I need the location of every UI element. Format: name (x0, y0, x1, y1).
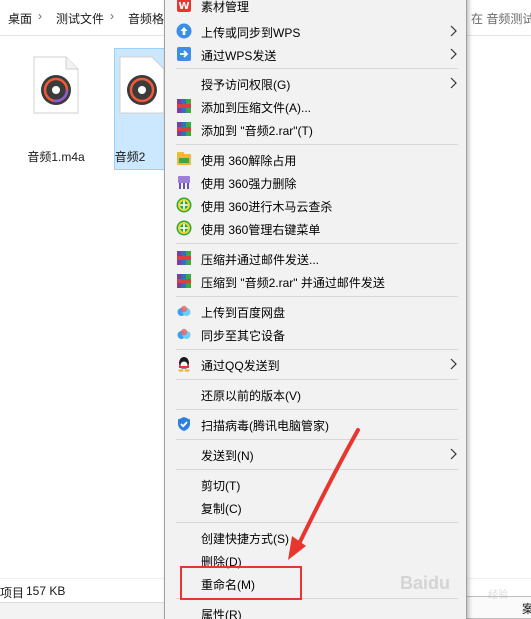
menu-item-label: 上传到百度网盘 (201, 306, 286, 320)
menu-item-material-manager[interactable]: W 素材管理 (165, 0, 466, 17)
menu-item-label: 属性(R) (201, 608, 242, 619)
menu-separator (176, 243, 458, 244)
menu-item-virus-scan[interactable]: 扫描病毒(腾讯电脑管家) (165, 413, 466, 436)
chevron-right-icon: › (110, 9, 114, 23)
submenu-arrow-icon (450, 77, 457, 89)
360-unlock-icon (177, 152, 191, 165)
menu-item-cut[interactable]: 剪切(T) (165, 473, 466, 496)
menu-item-label: 创建快捷方式(S) (201, 532, 289, 546)
tencent-shield-icon (178, 417, 190, 431)
watermark-sub: 经验 (488, 590, 508, 601)
menu-item-add-to-rar[interactable]: 添加到 "音频2.rar"(T) (165, 118, 466, 141)
file-name: 音频2 (114, 150, 146, 164)
menu-separator (176, 349, 458, 350)
breadcrumb-audio-format[interactable]: 音频格 (128, 10, 164, 27)
submenu-arrow-icon (450, 48, 457, 60)
menu-separator (176, 379, 458, 380)
breadcrumb-desktop[interactable]: 桌面 (8, 10, 32, 27)
menu-item-compress-rar-email[interactable]: 压缩到 "音频2.rar" 并通过邮件发送 (165, 270, 466, 293)
menu-item-360-unlock[interactable]: 使用 360解除占用 (165, 148, 466, 171)
winrar-icon (177, 122, 191, 136)
menu-item-add-to-archive[interactable]: 添加到压缩文件(A)... (165, 95, 466, 118)
baidu-watermark: Baidu 经验 (396, 566, 531, 602)
menu-item-baidu-upload[interactable]: 上传到百度网盘 (165, 300, 466, 323)
menu-item-sync-devices[interactable]: 同步至其它设备 (165, 323, 466, 346)
menu-separator (176, 469, 458, 470)
menu-item-create-shortcut[interactable]: 创建快捷方式(S) (165, 526, 466, 549)
menu-item-label: 使用 360强力删除 (201, 177, 297, 191)
menu-item-label: 压缩并通过邮件发送... (201, 253, 320, 267)
audio-file-icon (119, 56, 165, 114)
wps-cloud-upload-icon (176, 23, 192, 39)
menu-item-360-scan[interactable]: 使用 360进行木马云查杀 (165, 194, 466, 217)
menu-item-label: 授予访问权限(G) (201, 78, 291, 92)
menu-separator (176, 296, 458, 297)
menu-item-label: 添加到压缩文件(A)... (201, 101, 311, 115)
menu-separator (176, 68, 458, 69)
winrar-icon (177, 251, 191, 265)
menu-item-label: 复制(C) (201, 502, 242, 516)
breadcrumb-test-files[interactable]: 测试文件 (56, 10, 104, 27)
menu-item-label: 扫描病毒(腾讯电脑管家) (201, 419, 329, 433)
chevron-right-icon: › (38, 9, 42, 23)
menu-item-360-shred[interactable]: 使用 360强力删除 (165, 171, 466, 194)
menu-item-label: 使用 360管理右键菜单 (201, 223, 321, 237)
adjacent-window-text: 案 (522, 602, 531, 616)
submenu-arrow-icon (450, 448, 457, 460)
360-scan-icon (176, 197, 192, 213)
menu-item-label: 通过WPS发送 (201, 49, 277, 63)
watermark-brand: Baidu (400, 573, 451, 593)
menu-item-label: 剪切(T) (201, 479, 241, 493)
menu-item-grant-access[interactable]: 授予访问权限(G) (165, 72, 466, 95)
menu-item-upload-wps[interactable]: 上传或同步到WPS (165, 20, 466, 43)
menu-item-label: 同步至其它设备 (201, 329, 286, 343)
menu-item-properties[interactable]: 属性(R) (165, 602, 466, 619)
menu-item-send-to[interactable]: 发送到(N) (165, 443, 466, 466)
wps-icon: W (177, 0, 191, 12)
menu-item-copy[interactable]: 复制(C) (165, 496, 466, 519)
menu-item-label: 添加到 "音频2.rar"(T) (201, 124, 313, 138)
qq-icon (178, 357, 190, 372)
winrar-icon (177, 274, 191, 288)
menu-item-send-qq[interactable]: 通过QQ发送到 (165, 353, 466, 376)
menu-item-label: 压缩到 "音频2.rar" 并通过邮件发送 (201, 276, 385, 290)
menu-item-label: 使用 360解除占用 (201, 154, 297, 168)
menu-item-restore-versions[interactable]: 还原以前的版本(V) (165, 383, 466, 406)
item-count-label: 项目 (0, 586, 25, 600)
menu-item-label: 素材管理 (201, 0, 250, 14)
360-menu-manager-icon (176, 220, 192, 236)
submenu-arrow-icon (450, 25, 457, 37)
menu-separator (176, 439, 458, 440)
file-item[interactable]: 音频1.m4a (20, 56, 92, 166)
menu-item-send-wps[interactable]: 通过WPS发送 (165, 43, 466, 66)
winrar-icon (177, 99, 191, 113)
svg-text:W: W (178, 1, 189, 12)
search-placeholder: 在 音频测试 (471, 12, 531, 26)
file-name: 音频1.m4a (27, 150, 85, 164)
rename-highlight-box (180, 566, 302, 600)
search-input[interactable]: 在 音频测试 (466, 4, 531, 30)
baidu-netdisk-icon (177, 305, 191, 316)
context-menu: W 素材管理 上传或同步到WPS 通过WPS发送 授予访问权限(G) 添加到压缩… (164, 0, 467, 619)
360-shred-icon (178, 176, 190, 189)
menu-separator (176, 522, 458, 523)
menu-item-label: 还原以前的版本(V) (201, 389, 301, 403)
menu-item-360-menu-manager[interactable]: 使用 360管理右键菜单 (165, 217, 466, 240)
selected-size: 157 KB (26, 584, 66, 598)
menu-separator (176, 144, 458, 145)
audio-file-icon (33, 56, 79, 114)
submenu-arrow-icon (450, 358, 457, 370)
menu-item-label: 发送到(N) (201, 449, 254, 463)
menu-item-label: 使用 360进行木马云查杀 (201, 200, 333, 214)
menu-separator (176, 409, 458, 410)
menu-item-label: 上传或同步到WPS (201, 26, 301, 40)
wps-send-icon (177, 47, 191, 61)
menu-item-label: 通过QQ发送到 (201, 359, 280, 373)
menu-item-compress-email[interactable]: 压缩并通过邮件发送... (165, 247, 466, 270)
baidu-netdisk-icon (177, 328, 191, 339)
